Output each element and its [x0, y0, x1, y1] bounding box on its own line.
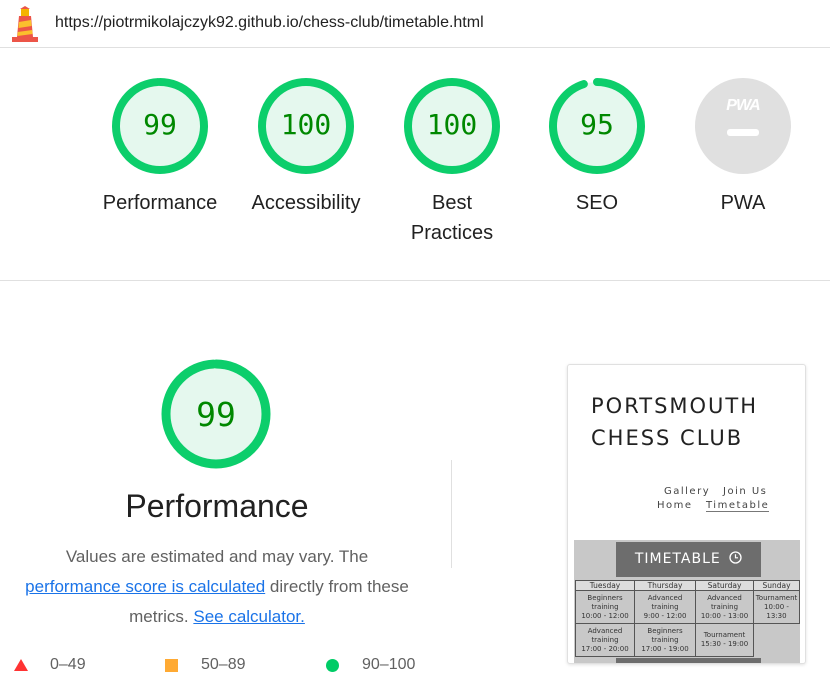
gauge-pwa[interactable]: PWA PWA — [670, 78, 816, 218]
table-cell: Advanced training 17:00 - 20:00 — [575, 623, 635, 657]
performance-score: 99 — [196, 395, 236, 434]
table-row: Advanced training 17:00 - 20:00 Beginners… — [575, 623, 800, 657]
gauge-score: 100 — [280, 108, 332, 141]
pwa-badge-text: PWA — [726, 97, 760, 114]
circle-icon — [326, 659, 339, 672]
table-cell: Advanced training 9:00 - 12:00 — [634, 590, 696, 624]
nav-home: Home — [657, 500, 693, 511]
nav-gallery: Gallery — [664, 486, 711, 497]
table-header: Sunday — [753, 580, 800, 591]
table-row: Beginners training 10:00 - 12:00 Advanced … — [575, 590, 800, 624]
hero-footer-bar — [616, 658, 761, 663]
vertical-divider — [451, 460, 452, 568]
gauge-label: Accessibility — [251, 192, 361, 214]
table-header: Tuesday — [575, 580, 635, 591]
report-url[interactable]: https://piotrmikolajczyk92.github.io/che… — [55, 14, 484, 32]
performance-title: Performance — [125, 488, 309, 524]
table-cell: Advanced training 10:00 - 13:00 — [695, 590, 754, 624]
score-calculated-link[interactable]: performance score is calculated — [25, 577, 265, 596]
table-header: Saturday — [695, 580, 754, 591]
gauge-label: Performance — [102, 192, 218, 214]
performance-description: Values are estimated and may vary. The p… — [25, 547, 409, 626]
gauge-label: SEO — [575, 192, 619, 214]
gauge-score: 95 — [580, 108, 614, 141]
table-cell-empty — [754, 624, 800, 657]
gauge-score: 100 — [426, 108, 478, 141]
hero-section: TIMETABLE Tuesday Thursday Saturday Sund… — [574, 540, 800, 663]
table-cell: Beginners training 17:00 - 19:00 — [634, 623, 696, 657]
gauge-performance[interactable]: 99 Performance — [87, 78, 233, 218]
gauge-accessibility[interactable]: 100 Accessibility — [233, 78, 379, 218]
see-calculator-link[interactable]: See calculator. — [193, 607, 305, 626]
legend-pass: 90–100 — [326, 656, 415, 674]
url-bar: https://piotrmikolajczyk92.github.io/che… — [0, 0, 830, 48]
legend-fail: 0–49 — [14, 656, 86, 674]
gauge-score: 99 — [143, 108, 177, 141]
clock-icon — [729, 551, 742, 564]
pwa-dash-icon — [727, 129, 759, 136]
lighthouse-logo-icon — [12, 6, 38, 42]
category-summary: 99 Performance 100 Accessibility 100 Bes… — [0, 48, 830, 281]
timetable-banner: TIMETABLE — [616, 542, 761, 577]
nav-join-us: Join Us — [723, 486, 768, 497]
pwa-badge: PWA — [695, 78, 791, 174]
table-cell: Beginners training 10:00 - 12:00 — [575, 590, 635, 624]
legend-average: 50–89 — [165, 656, 246, 674]
nav-timetable: Timetable — [706, 500, 770, 512]
table-cell: Tournament 15:30 - 19:00 — [695, 623, 754, 657]
gauge-best-practices[interactable]: 100 Best Practices — [379, 78, 525, 248]
table-header: Thursday — [634, 580, 696, 591]
gauge-label: Best Practices — [410, 192, 494, 244]
square-icon — [165, 659, 178, 672]
gauge-seo[interactable]: 95 SEO — [524, 78, 670, 218]
page-screenshot-thumbnail[interactable]: PORTSMOUTH CHESS CLUB Gallery Join Us Hom… — [567, 364, 806, 664]
timetable-table: Tuesday Thursday Saturday Sunday Beginne… — [575, 580, 800, 657]
gauge-label: PWA — [720, 192, 766, 214]
triangle-icon — [14, 659, 28, 671]
club-title: PORTSMOUTH CHESS CLUB — [591, 394, 759, 450]
table-cell: Tournament 10:00 - 13:30 — [753, 590, 800, 624]
